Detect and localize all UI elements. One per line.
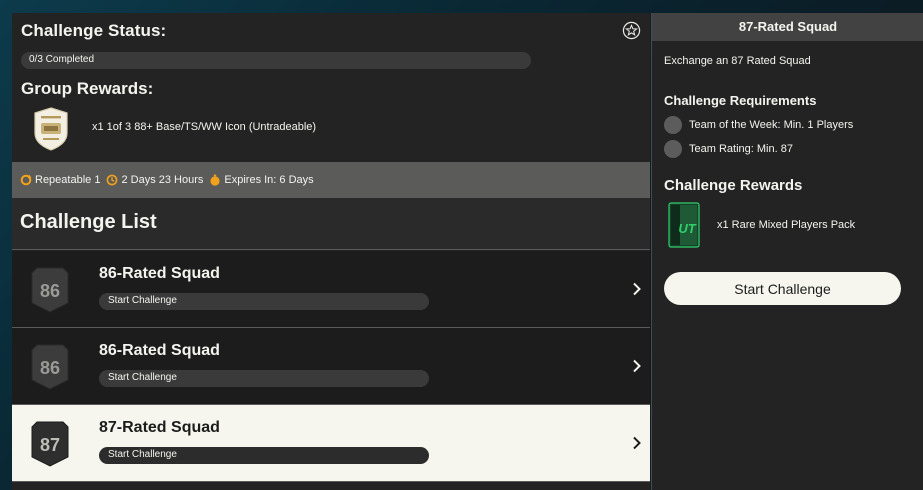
challenge-name: 86-Rated Squad — [99, 342, 220, 359]
rating-value: 86 — [40, 281, 60, 301]
stopwatch-icon — [210, 174, 220, 186]
detail-header: 87-Rated Squad — [652, 13, 923, 41]
challenge-group-panel: Challenge Status: 0/3 Completed Group Re… — [12, 13, 650, 490]
requirement-status-icon — [664, 116, 682, 134]
detail-description: Exchange an 87 Rated Squad — [664, 55, 811, 67]
pack-label: UT — [678, 221, 696, 236]
challenge-name: 86-Rated Squad — [99, 265, 220, 282]
start-challenge-label: Start Challenge — [108, 449, 177, 460]
progress-label: 0/3 Completed — [29, 54, 95, 65]
detail-title: 87-Rated Squad — [738, 19, 838, 34]
challenge-detail-panel: 87-Rated Squad Exchange an 87 Rated Squa… — [651, 13, 923, 490]
requirement-label: Team of the Week: Min. 1 Players — [689, 119, 854, 131]
requirement-status-icon — [664, 140, 682, 158]
rating-value: 86 — [40, 358, 60, 378]
start-challenge-label: Start Challenge — [108, 295, 177, 306]
refresh-timer-icon — [107, 174, 118, 186]
challenge-status-title: Challenge Status: — [21, 21, 167, 40]
challenge-row[interactable]: 86 86-Rated Squad Start Challenge — [12, 328, 650, 405]
chevron-right-icon[interactable] — [632, 282, 642, 296]
chevron-right-icon[interactable] — [632, 359, 642, 373]
group-reward-text: x1 1of 3 88+ Base/TS/WW Icon (Untradeabl… — [92, 121, 317, 133]
challenge-row-selected[interactable]: 87 87-Rated Squad Start Challenge — [12, 405, 650, 482]
sbc-screen: Challenge Status: 0/3 Completed Group Re… — [12, 13, 923, 490]
start-challenge-pill[interactable]: Start Challenge — [99, 447, 429, 464]
requirement-label: Team Rating: Min. 87 — [689, 143, 793, 155]
rating-shield-icon: 87 — [31, 421, 69, 467]
requirements-title: Challenge Requirements — [664, 93, 817, 108]
challenge-reward-text: x1 Rare Mixed Players Pack — [717, 219, 856, 231]
rating-shield-icon: 86 — [31, 267, 69, 313]
start-challenge-button[interactable]: Start Challenge — [664, 272, 901, 305]
player-pick-badge-icon — [34, 107, 68, 151]
challenge-status-section: Challenge Status: 0/3 Completed Group Re… — [12, 13, 650, 162]
repeatable-info: Repeatable 1 — [20, 174, 100, 186]
requirement-item: Team of the Week: Min. 1 Players — [664, 116, 853, 134]
requirement-item: Team Rating: Min. 87 — [664, 140, 793, 158]
expires-info: Expires In: 6 Days — [209, 174, 314, 186]
repeatable-label: Repeatable 1 — [35, 174, 101, 186]
challenge-name: 87-Rated Squad — [99, 419, 220, 436]
challenge-list-title: Challenge List — [20, 211, 157, 233]
status-progress-bar: 0/3 Completed — [21, 52, 531, 69]
refresh-info: 2 Days 23 Hours — [106, 174, 203, 186]
start-challenge-pill[interactable]: Start Challenge — [99, 293, 429, 310]
expires-label: Expires In: 6 Days — [224, 174, 314, 186]
rewards-title: Challenge Rewards — [664, 177, 803, 194]
challenge-row[interactable]: 86 86-Rated Squad Start Challenge — [12, 251, 650, 328]
challenge-list-header: Challenge List — [12, 198, 650, 250]
star-icon[interactable] — [622, 21, 641, 40]
repeat-icon — [20, 174, 32, 186]
rating-value: 87 — [40, 435, 60, 455]
challenge-meta-bar: Repeatable 1 2 Days 23 Hours Expires In:… — [12, 162, 650, 198]
rating-shield-icon: 86 — [31, 344, 69, 390]
start-challenge-label: Start Challenge — [108, 372, 177, 383]
group-rewards-title: Group Rewards: — [21, 79, 154, 98]
start-challenge-pill[interactable]: Start Challenge — [99, 370, 429, 387]
refresh-label: 2 Days 23 Hours — [121, 174, 204, 186]
chevron-right-icon[interactable] — [632, 436, 642, 450]
player-pack-icon: UT — [668, 202, 700, 248]
